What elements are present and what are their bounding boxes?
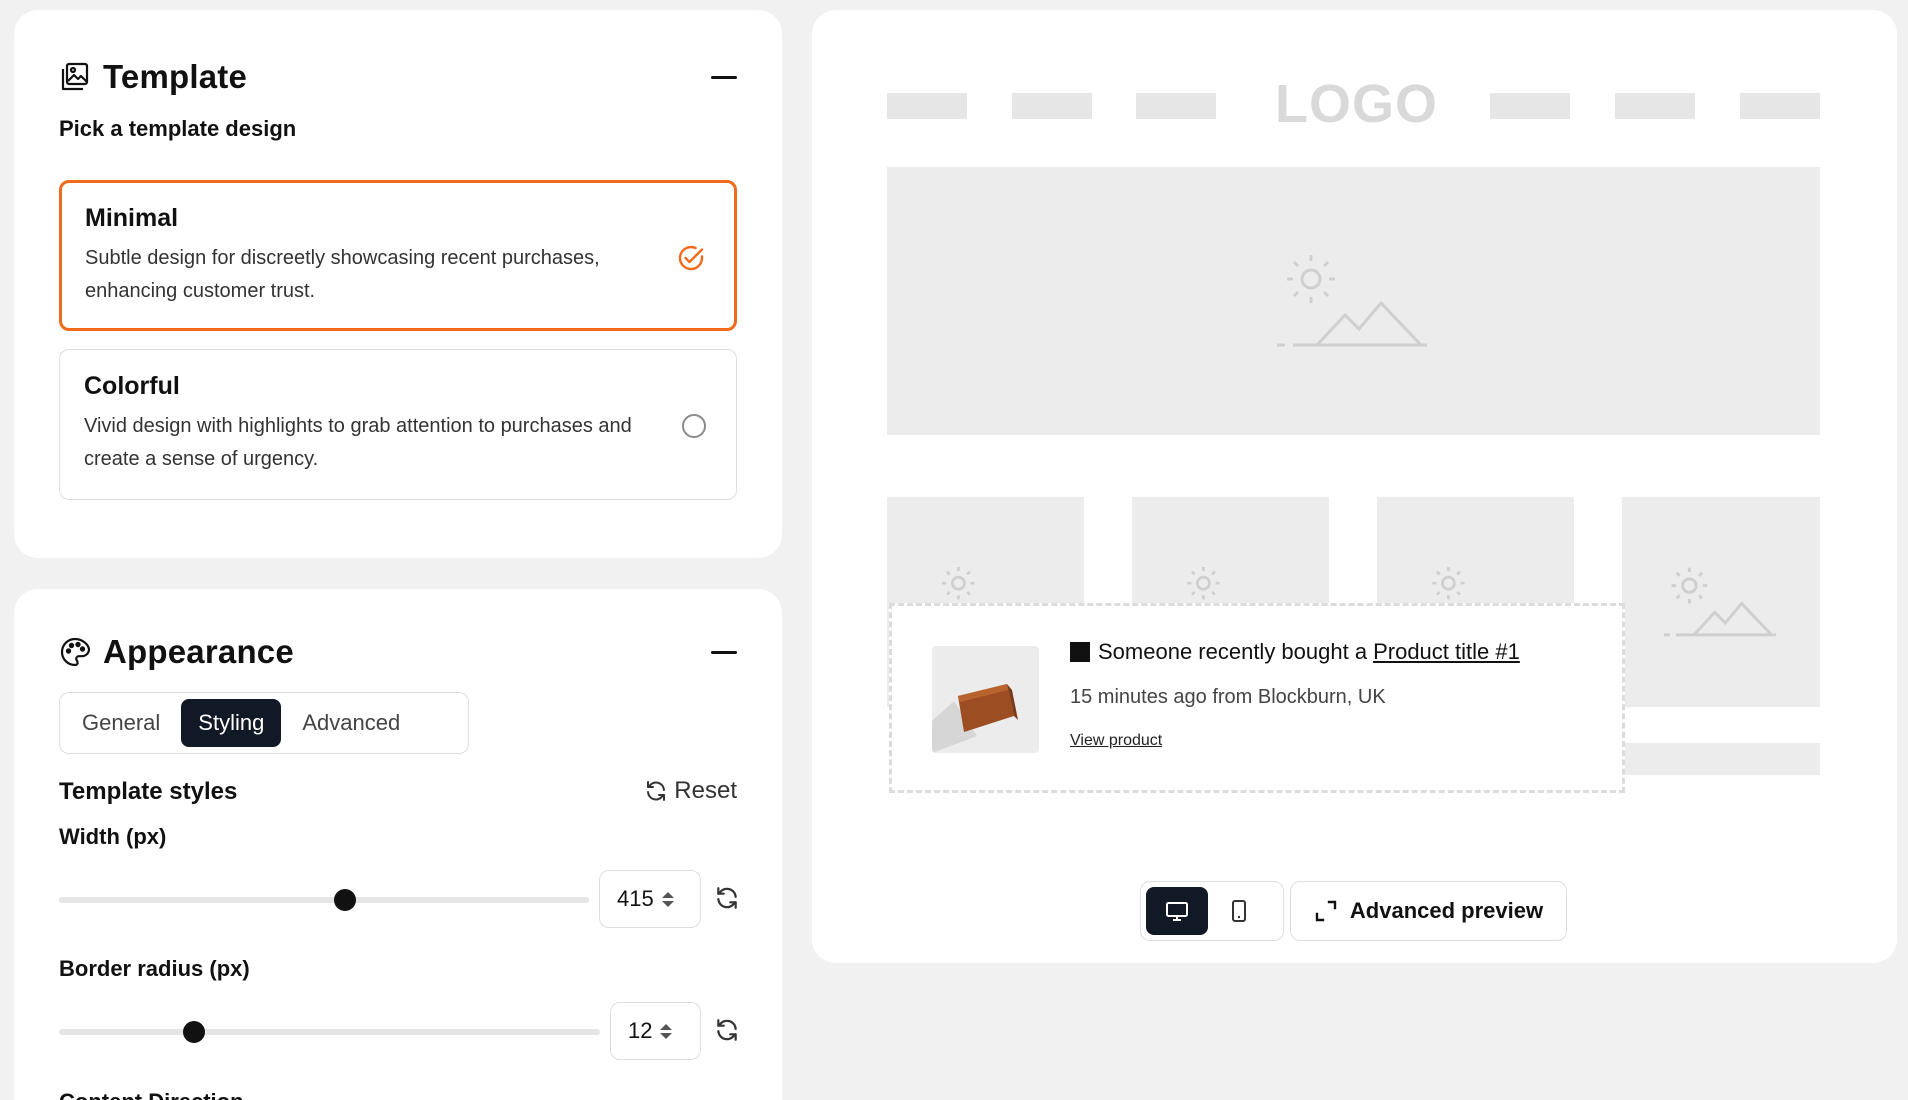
template-subtitle: Pick a template design: [59, 116, 297, 141]
wallet-image: [932, 684, 1018, 753]
desktop-view-button[interactable]: [1146, 887, 1208, 935]
notification-preview[interactable]: Someone recently bought a Product title …: [889, 603, 1625, 793]
advanced-preview-label: Advanced preview: [1349, 898, 1544, 923]
border-radius-input[interactable]: 12: [610, 1002, 701, 1060]
template-styles-title: Template styles: [59, 778, 238, 805]
image-placeholder-icon: [1664, 567, 1776, 637]
reset-button[interactable]: Reset: [644, 777, 737, 805]
border-radius-slider[interactable]: [59, 1021, 600, 1043]
appearance-tabs: General Styling Advanced: [59, 692, 469, 754]
width-input[interactable]: 415: [599, 870, 701, 928]
view-product-link[interactable]: View product: [1070, 732, 1162, 750]
collapse-appearance-button[interactable]: [711, 650, 737, 654]
tab-styling[interactable]: Styling: [181, 699, 282, 747]
tab-advanced[interactable]: Advanced: [285, 699, 417, 747]
border-radius-stepper[interactable]: [660, 1023, 673, 1039]
appearance-panel: Appearance General Styling Advanced Temp…: [14, 589, 782, 1100]
template-title: Template: [103, 58, 248, 95]
nav-placeholder: [887, 93, 967, 119]
image-placeholder-icon: [1277, 255, 1427, 347]
option-title: Minimal: [85, 204, 179, 232]
price-placeholder: [1622, 743, 1820, 775]
nav-placeholder: [1136, 93, 1216, 119]
nav-placeholder: [1490, 93, 1570, 119]
option-description: Vivid design with highlights to grab att…: [84, 415, 632, 470]
notification-headline: Someone recently bought a Product title …: [1070, 639, 1520, 665]
border-radius-reset-icon[interactable]: [714, 1017, 740, 1043]
check-circle-icon: [678, 245, 704, 271]
template-icon: [61, 62, 89, 91]
expand-icon: [1315, 900, 1337, 922]
mobile-view-button[interactable]: [1208, 887, 1270, 935]
desktop-icon: [1166, 902, 1188, 921]
preview-panel: LOGO Someone recently bought a Product t…: [812, 10, 1897, 963]
nav-placeholder: [1615, 93, 1695, 119]
tab-general[interactable]: General: [65, 699, 177, 747]
width-reset-icon[interactable]: [714, 885, 740, 911]
width-label: Width (px): [59, 824, 167, 849]
border-radius-value: 12: [628, 1018, 653, 1043]
width-value: 415: [617, 886, 654, 911]
advanced-preview-button[interactable]: Advanced preview: [1290, 881, 1567, 941]
width-stepper[interactable]: [661, 891, 674, 907]
nav-placeholder: [1740, 93, 1820, 119]
mobile-icon: [1232, 900, 1246, 922]
refresh-icon: [647, 781, 666, 801]
product-placeholder: [1622, 497, 1820, 707]
option-title: Colorful: [84, 372, 180, 400]
hero-placeholder: [887, 167, 1820, 435]
logo-placeholder: LOGO: [1275, 74, 1438, 134]
border-radius-slider-thumb[interactable]: [183, 1021, 206, 1043]
radio-button[interactable]: [682, 414, 706, 438]
content-direction-label: Content Direction: [59, 1089, 244, 1100]
option-description: Subtle design for discreetly showcasing …: [85, 247, 600, 302]
appearance-header: Appearance: [59, 629, 737, 675]
template-option-minimal[interactable]: Minimal Subtle design for discreetly sho…: [59, 180, 737, 331]
palette-icon: [60, 637, 91, 667]
device-toggle: [1140, 881, 1284, 941]
notification-meta: 15 minutes ago from Blockburn, UK: [1070, 686, 1386, 708]
border-radius-label: Border radius (px): [59, 956, 250, 981]
collapse-template-button[interactable]: [711, 75, 737, 79]
template-option-colorful[interactable]: Colorful Vivid design with highlights to…: [59, 349, 737, 500]
color-square: [1070, 642, 1090, 662]
template-header: Template: [59, 54, 737, 100]
template-panel: Template Pick a template design Minimal …: [14, 10, 782, 558]
width-slider-thumb[interactable]: [334, 889, 357, 911]
appearance-title: Appearance: [103, 633, 294, 670]
width-slider[interactable]: [59, 889, 589, 911]
product-title-link[interactable]: Product title #1: [1373, 639, 1520, 665]
notification-prefix: Someone recently bought a: [1098, 639, 1368, 664]
nav-placeholder: [1012, 93, 1092, 119]
product-thumbnail: [932, 646, 1039, 753]
reset-label: Reset: [674, 777, 737, 804]
